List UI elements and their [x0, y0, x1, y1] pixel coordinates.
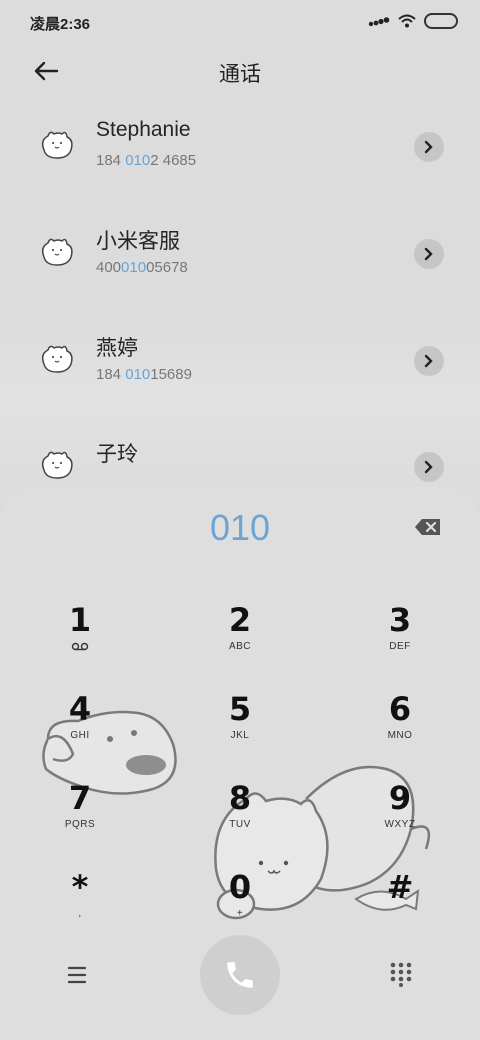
header: 通话 [0, 44, 480, 100]
key-digit: 8 [228, 779, 252, 817]
dial-key-1[interactable]: 1 [20, 602, 140, 682]
dial-key-5[interactable]: 5 JKL [180, 691, 300, 771]
dial-key-9[interactable]: 9 WXYZ [340, 780, 460, 860]
cat-avatar-icon [41, 131, 73, 159]
status-icons [368, 13, 458, 29]
status-bar: 凌晨2:36 [0, 0, 480, 44]
voicemail-icon [71, 642, 89, 651]
key-digit: 6 [388, 690, 412, 728]
dialpad-grid-icon[interactable] [388, 961, 414, 987]
battery-icon [424, 13, 458, 29]
dial-key-2[interactable]: 2 ABC [180, 602, 300, 682]
key-digit: * [71, 868, 89, 906]
key-letters: PQRS [64, 819, 96, 830]
dial-key-3[interactable]: 3 DEF [340, 602, 460, 682]
key-letters: ABC [228, 641, 252, 652]
key-letters: MNO [387, 730, 413, 741]
key-digit: # [386, 868, 414, 906]
page-title: 通话 [219, 63, 261, 86]
key-digit: 3 [388, 601, 412, 639]
key-digit: 4 [68, 690, 92, 728]
key-letters: , [78, 908, 82, 919]
key-letters: TUV [229, 819, 251, 830]
key-letters: DEF [389, 641, 411, 652]
dial-key-4[interactable]: 4 GHI [20, 691, 140, 771]
dial-key-8[interactable]: 8 TUV [180, 780, 300, 860]
chevron-right-icon [424, 460, 433, 474]
contact-name: 燕婷 [96, 337, 138, 360]
phone-icon [227, 962, 253, 988]
contact-detail-button[interactable] [414, 132, 444, 162]
contact-name: 子玲 [96, 443, 138, 466]
contact-item[interactable]: 燕婷 184 01015689 [0, 318, 480, 424]
contact-detail-button[interactable] [414, 239, 444, 269]
menu-icon[interactable] [62, 965, 92, 985]
contact-item[interactable]: Stephanie 184 0102 4685 [0, 104, 480, 210]
contact-item[interactable]: 小米客服 40001005678 [0, 211, 480, 317]
wifi-icon [398, 14, 416, 28]
contact-name: Stephanie [96, 118, 191, 141]
dial-key-7[interactable]: 7 PQRS [20, 780, 140, 860]
key-digit: 7 [68, 779, 92, 817]
dial-key-6[interactable]: 6 MNO [340, 691, 460, 771]
backspace-icon[interactable] [414, 517, 442, 537]
cat-avatar-icon [41, 238, 73, 266]
key-letters: WXYZ [384, 819, 416, 830]
contact-number: 40001005678 [96, 259, 188, 276]
contact-detail-button[interactable] [414, 452, 444, 482]
contact-number: 184 0102 4685 [96, 152, 197, 169]
key-letters: GHI [70, 730, 90, 741]
bottom-action-bar [0, 935, 480, 1015]
key-digit: 0 [228, 868, 252, 906]
key-digit: 2 [228, 601, 252, 639]
cat-avatar-icon [41, 451, 73, 479]
cat-avatar-icon [41, 345, 73, 373]
key-letters: + [236, 908, 244, 919]
call-button[interactable] [200, 935, 280, 1015]
chevron-right-icon [424, 247, 433, 261]
dialed-number: 010 [209, 507, 271, 548]
key-digit: 1 [68, 601, 92, 639]
contact-detail-button[interactable] [414, 346, 444, 376]
key-letters: JKL [230, 730, 250, 741]
contact-number: 184 01015689 [96, 366, 192, 383]
status-time: 凌晨2:36 [30, 16, 91, 33]
key-digit: 9 [388, 779, 412, 817]
contact-name: 小米客服 [96, 230, 180, 253]
signal-icon [368, 17, 390, 27]
key-digit: 5 [228, 690, 252, 728]
chevron-right-icon [424, 354, 433, 368]
chevron-right-icon [424, 140, 433, 154]
